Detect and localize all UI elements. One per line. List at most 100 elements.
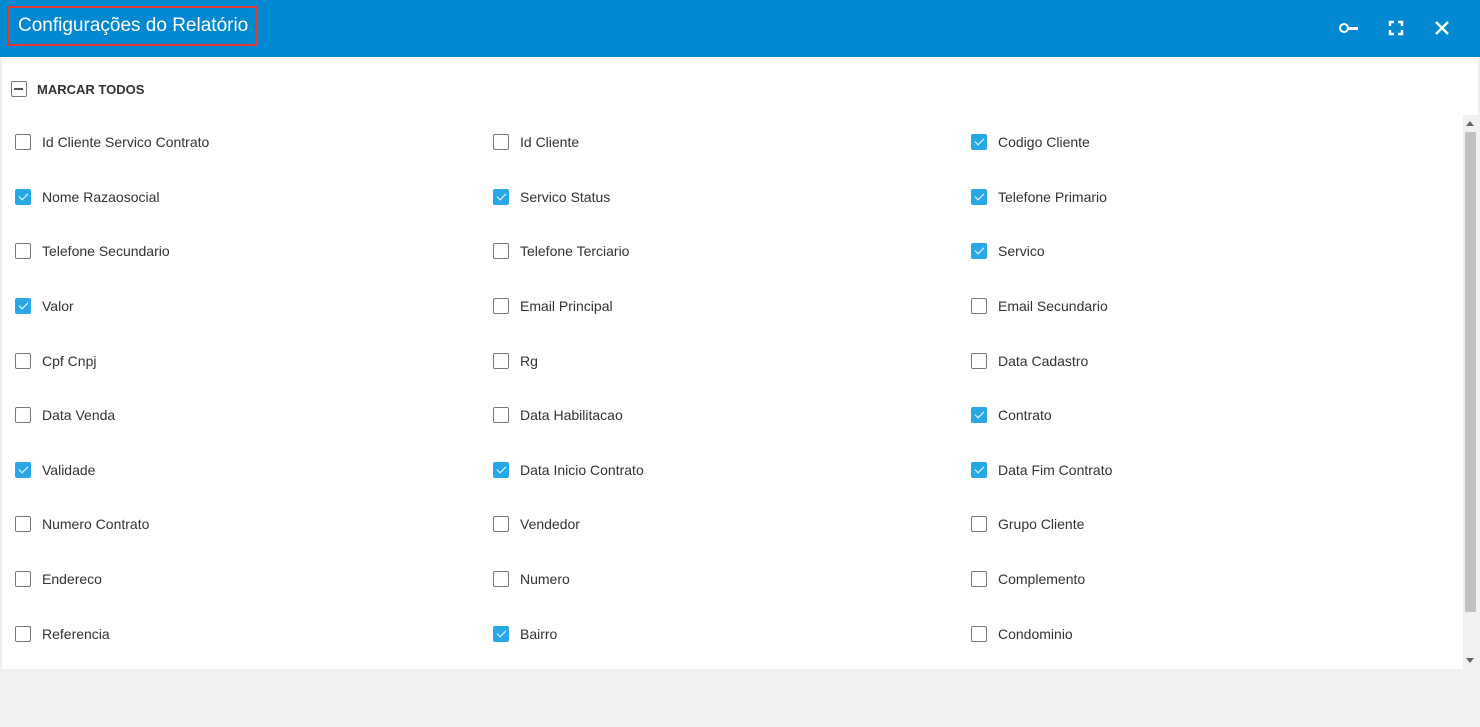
checkbox-unchecked[interactable] (15, 571, 31, 588)
checkbox-unchecked[interactable] (493, 571, 509, 588)
dialog-body: MARCAR TODOS Id Cliente Servico Contrato… (2, 57, 1478, 669)
field-label: Referencia (42, 625, 110, 642)
field-label: Data Habilitacao (520, 407, 623, 424)
field-checkbox-item[interactable]: Contrato (958, 388, 1436, 443)
field-checkbox-item[interactable]: Codigo Cliente (958, 115, 1436, 170)
field-label: Data Fim Contrato (998, 461, 1113, 478)
field-checkbox-item[interactable]: Valor (2, 279, 480, 334)
field-checkbox-item[interactable]: Servico (958, 224, 1436, 279)
checkbox-checked[interactable] (15, 188, 31, 205)
field-checkbox-item[interactable]: Endereco (2, 552, 480, 607)
select-all-checkbox[interactable]: MARCAR TODOS (11, 81, 144, 97)
field-label: Vendedor (520, 516, 580, 533)
field-checkbox-item[interactable]: Data Cadastro (958, 333, 1436, 388)
field-checkbox-item[interactable]: Bairro (480, 606, 958, 661)
checkbox-unchecked[interactable] (971, 516, 987, 533)
field-label: Servico (998, 243, 1045, 260)
field-checkbox-item[interactable]: Data Fim Contrato (958, 443, 1436, 498)
dialog-header: Configurações do Relatório (0, 0, 1480, 57)
checkbox-unchecked[interactable] (493, 516, 509, 533)
field-label: Telefone Primario (998, 188, 1107, 205)
checkbox-unchecked[interactable] (15, 134, 31, 151)
checkbox-unchecked[interactable] (971, 352, 987, 369)
field-checkbox-item[interactable]: Nome Razaosocial (2, 170, 480, 225)
checkbox-unchecked[interactable] (493, 134, 509, 151)
field-label: Data Venda (42, 407, 116, 424)
field-label: Servico Status (520, 188, 611, 205)
field-checkbox-item[interactable]: Validade (2, 443, 480, 498)
checkbox-unchecked[interactable] (493, 298, 509, 315)
checkbox-checked[interactable] (15, 461, 31, 478)
field-label: Id Cliente Servico Contrato (42, 134, 210, 151)
checkbox-unchecked[interactable] (493, 243, 509, 260)
field-checkbox-item[interactable]: Numero Contrato (2, 497, 480, 552)
checkbox-unchecked[interactable] (15, 243, 31, 260)
checkbox-unchecked[interactable] (15, 625, 31, 642)
field-checkbox-item[interactable]: Condominio (958, 606, 1436, 661)
field-checkbox-item[interactable]: Rg (480, 333, 958, 388)
field-checkbox-item[interactable]: Data Venda (2, 388, 480, 443)
checkbox-unchecked[interactable] (493, 352, 509, 369)
field-label: Telefone Secundario (42, 243, 170, 260)
scroll-down-icon[interactable] (1466, 658, 1474, 663)
checkbox-checked[interactable] (971, 188, 987, 205)
checkbox-checked[interactable] (493, 188, 509, 205)
checkbox-checked[interactable] (493, 461, 509, 478)
field-label: Id Cliente (520, 134, 580, 151)
field-label: Valor (42, 298, 74, 315)
field-checkbox-item[interactable]: Complemento (958, 552, 1436, 607)
field-checkbox-item[interactable]: Cpf Cnpj (2, 333, 480, 388)
checkbox-checked[interactable] (971, 134, 987, 151)
field-label: Numero (520, 571, 570, 588)
field-label: Nome Razaosocial (42, 188, 160, 205)
fields-grid: Id Cliente Servico Contrato Id Cliente Cod… (2, 115, 1464, 661)
checkbox-unchecked[interactable] (971, 625, 987, 642)
field-checkbox-item[interactable]: Telefone Primario (958, 170, 1436, 225)
field-label: Contrato (998, 407, 1052, 424)
checkbox-unchecked[interactable] (15, 352, 31, 369)
field-label: Condominio (998, 625, 1073, 642)
field-checkbox-item[interactable]: Numero (480, 552, 958, 607)
close-icon (1435, 21, 1449, 35)
field-label: Grupo Cliente (998, 516, 1085, 533)
scrollbar-thumb[interactable] (1465, 132, 1476, 612)
field-label: Data Inicio Contrato (520, 461, 644, 478)
field-checkbox-item[interactable]: Servico Status (480, 170, 958, 225)
field-checkbox-item[interactable]: Telefone Terciario (480, 224, 958, 279)
checkbox-unchecked[interactable] (493, 407, 509, 424)
checkbox-unchecked[interactable] (15, 407, 31, 424)
checkbox-checked[interactable] (971, 461, 987, 478)
field-label: Data Cadastro (998, 352, 1089, 369)
field-checkbox-item[interactable]: Data Inicio Contrato (480, 443, 958, 498)
field-checkbox-item[interactable]: Email Principal (480, 279, 958, 334)
checkbox-unchecked[interactable] (971, 571, 987, 588)
fullscreen-icon (1388, 20, 1404, 36)
checkbox-unchecked[interactable] (971, 298, 987, 315)
key-button[interactable] (1337, 16, 1361, 40)
checkbox-checked[interactable] (493, 625, 509, 642)
field-checkbox-item[interactable]: Id Cliente Servico Contrato (2, 115, 480, 170)
field-checkbox-item[interactable]: Id Cliente (480, 115, 958, 170)
field-checkbox-item[interactable]: Data Habilitacao (480, 388, 958, 443)
field-checkbox-item[interactable]: Email Secundario (958, 279, 1436, 334)
field-label: Email Principal (520, 298, 613, 315)
scroll-up-icon[interactable] (1466, 121, 1474, 126)
field-label: Codigo Cliente (998, 134, 1090, 151)
fullscreen-button[interactable] (1384, 16, 1408, 40)
vertical-scrollbar[interactable] (1463, 115, 1478, 669)
checkbox-checked[interactable] (971, 407, 987, 424)
field-checkbox-item[interactable]: Vendedor (480, 497, 958, 552)
checkbox-checked[interactable] (15, 298, 31, 315)
checkbox-unchecked[interactable] (15, 516, 31, 533)
field-label: Rg (520, 352, 538, 369)
field-label: Email Secundario (998, 298, 1108, 315)
field-checkbox-item[interactable]: Telefone Secundario (2, 224, 480, 279)
field-label: Bairro (520, 625, 558, 642)
select-all-box (11, 81, 27, 97)
field-checkbox-item[interactable]: Referencia (2, 606, 480, 661)
dialog-title: Configurações do Relatório (18, 15, 249, 36)
close-button[interactable] (1430, 16, 1454, 40)
field-checkbox-item[interactable]: Grupo Cliente (958, 497, 1436, 552)
dialog-footer (0, 669, 1480, 727)
checkbox-checked[interactable] (971, 243, 987, 260)
